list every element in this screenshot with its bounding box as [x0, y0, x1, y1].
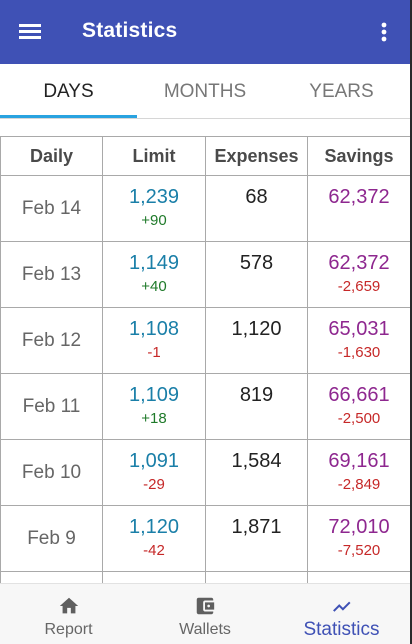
- expenses-value: 68: [245, 186, 268, 208]
- expenses-cell: 1,584: [205, 439, 308, 506]
- statistics-table-container[interactable]: Daily Limit Expenses Savings Feb 14 1,23…: [0, 136, 410, 583]
- row-date: Feb 11: [0, 373, 103, 440]
- table-row-partial: [0, 571, 410, 583]
- nav-statistics-label: Statistics: [303, 619, 380, 640]
- savings-cell: 65,031 -1,630: [307, 307, 410, 374]
- expenses-value: 1,584: [231, 450, 282, 472]
- table-row[interactable]: Feb 11 1,109 +18 819 66,661 -2,500: [0, 373, 410, 440]
- savings-cell: 72,010 -7,520: [307, 505, 410, 572]
- tab-months[interactable]: MONTHS: [137, 64, 273, 118]
- nav-report[interactable]: Report: [0, 584, 137, 644]
- limit-delta: +40: [141, 278, 167, 295]
- home-icon: [58, 595, 80, 617]
- limit-delta: +90: [141, 212, 167, 229]
- expenses-value: 819: [239, 384, 274, 406]
- limit-value: 1,108: [128, 318, 180, 340]
- savings-value: 62,372: [328, 186, 390, 208]
- row-date: Feb 14: [0, 175, 103, 242]
- app-bar: Statistics: [0, 0, 410, 64]
- savings-cell: 62,372: [307, 175, 410, 242]
- table-row[interactable]: Feb 10 1,091 -29 1,584 69,161 -2,849: [0, 439, 410, 506]
- limit-cell: 1,239 +90: [102, 175, 206, 242]
- menu-icon[interactable]: [16, 18, 46, 46]
- limit-delta: -1: [147, 344, 161, 361]
- limit-delta: -29: [143, 476, 165, 493]
- savings-delta: -1,630: [337, 344, 381, 361]
- table-row[interactable]: Feb 14 1,239 +90 68 62,372: [0, 175, 410, 242]
- table-row[interactable]: Feb 13 1,149 +40 578 62,372 -2,659: [0, 241, 410, 308]
- limit-value: 1,239: [128, 186, 180, 208]
- nav-report-label: Report: [44, 621, 93, 638]
- savings-value: 69,161: [328, 450, 390, 472]
- savings-delta: -2,659: [337, 278, 381, 295]
- empty-cell: [102, 571, 206, 583]
- limit-delta: +18: [141, 410, 167, 427]
- statistics-screen: Statistics DAYS MONTHS YEARS Daily Limit…: [0, 0, 410, 644]
- expenses-value: 1,120: [231, 318, 282, 340]
- expenses-cell: 1,871: [205, 505, 308, 572]
- column-header-limit: Limit: [102, 136, 206, 176]
- limit-value: 1,091: [128, 450, 180, 472]
- savings-cell: 69,161 -2,849: [307, 439, 410, 506]
- wallet-icon: [194, 595, 216, 617]
- table-header-row: Daily Limit Expenses Savings: [0, 136, 410, 176]
- statistics-table: Daily Limit Expenses Savings Feb 14 1,23…: [0, 136, 410, 583]
- nav-statistics[interactable]: Statistics: [273, 584, 410, 644]
- limit-cell: 1,149 +40: [102, 241, 206, 308]
- limit-value: 1,109: [128, 384, 180, 406]
- savings-value: 65,031: [328, 318, 390, 340]
- limit-cell: 1,109 +18: [102, 373, 206, 440]
- expenses-value: 578: [239, 252, 274, 274]
- expenses-value: 1,871: [231, 516, 282, 538]
- column-header-savings: Savings: [307, 136, 410, 176]
- row-date: Feb 12: [0, 307, 103, 374]
- tabs-divider: [0, 118, 410, 119]
- expenses-cell: 1,120: [205, 307, 308, 374]
- limit-cell: 1,108 -1: [102, 307, 206, 374]
- empty-cell: [307, 571, 410, 583]
- savings-delta: -2,500: [337, 410, 381, 427]
- column-header-daily: Daily: [0, 136, 103, 176]
- limit-value: 1,120: [128, 516, 180, 538]
- bottom-navigation: Report Wallets Statistics: [0, 583, 410, 644]
- expenses-cell: 578: [205, 241, 308, 308]
- limit-delta: -42: [143, 542, 165, 559]
- trending-up-icon: [331, 595, 353, 617]
- column-header-expenses: Expenses: [205, 136, 308, 176]
- expenses-cell: 68: [205, 175, 308, 242]
- empty-cell: [0, 571, 103, 583]
- empty-cell: [205, 571, 308, 583]
- limit-cell: 1,091 -29: [102, 439, 206, 506]
- limit-cell: 1,120 -42: [102, 505, 206, 572]
- savings-value: 72,010: [328, 516, 390, 538]
- nav-wallets[interactable]: Wallets: [137, 584, 273, 644]
- expenses-cell: 819: [205, 373, 308, 440]
- nav-wallets-label: Wallets: [179, 621, 231, 638]
- period-tabs: DAYS MONTHS YEARS: [0, 64, 410, 118]
- row-date: Feb 9: [0, 505, 103, 572]
- table-row[interactable]: Feb 9 1,120 -42 1,871 72,010 -7,520: [0, 505, 410, 572]
- savings-delta: -7,520: [337, 542, 381, 559]
- row-date: Feb 10: [0, 439, 103, 506]
- page-title: Statistics: [82, 19, 178, 42]
- tab-days[interactable]: DAYS: [0, 64, 137, 118]
- limit-value: 1,149: [128, 252, 180, 274]
- more-vert-icon[interactable]: [372, 18, 396, 46]
- savings-value: 66,661: [328, 384, 390, 406]
- tab-years[interactable]: YEARS: [273, 64, 410, 118]
- savings-delta: -2,849: [337, 476, 381, 493]
- table-row[interactable]: Feb 12 1,108 -1 1,120 65,031 -1,630: [0, 307, 410, 374]
- savings-cell: 62,372 -2,659: [307, 241, 410, 308]
- savings-cell: 66,661 -2,500: [307, 373, 410, 440]
- savings-value: 62,372: [328, 252, 390, 274]
- row-date: Feb 13: [0, 241, 103, 308]
